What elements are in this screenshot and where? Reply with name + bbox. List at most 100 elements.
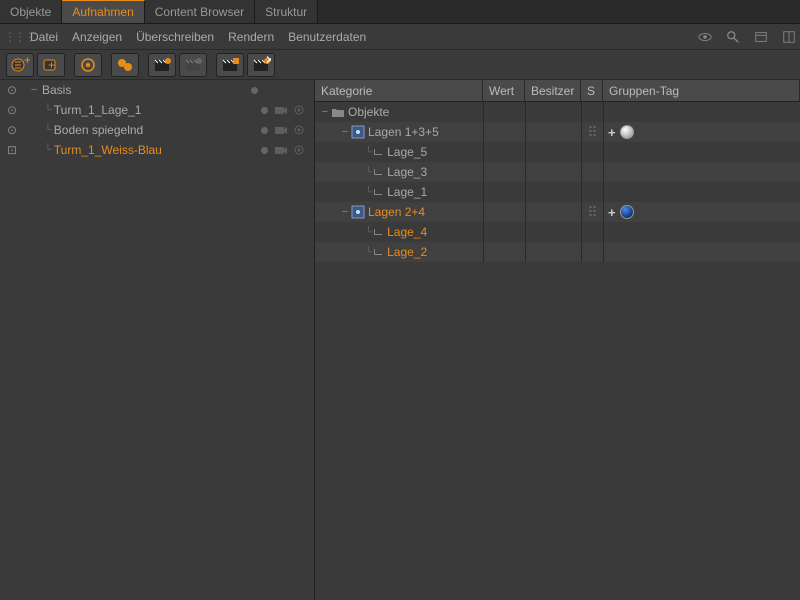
btn-clap4[interactable]: ✕	[247, 53, 275, 77]
visibility-icon[interactable]: ⊙	[4, 103, 20, 117]
render-icon[interactable]	[290, 141, 308, 159]
render-icon[interactable]	[290, 101, 308, 119]
visibility-active-icon[interactable]: ⊡	[4, 143, 20, 157]
status-dot[interactable]	[256, 123, 272, 137]
menu-benutzerdaten[interactable]: Benutzerdaten	[288, 30, 366, 44]
takes-tree: ⊙ − Basis ⊙ └ Turm_1_Lage_1 ⊙ └ Boden sp…	[0, 80, 315, 600]
render-icon[interactable]	[290, 121, 308, 139]
row-label[interactable]: Lagen 2+4	[365, 205, 425, 219]
s-handle-icon[interactable]: ⠿	[587, 210, 597, 215]
eye-icon[interactable]	[698, 30, 712, 44]
category-row-objekte[interactable]: − Objekte	[315, 102, 800, 122]
btn-clap3[interactable]	[216, 53, 244, 77]
add-tag-button[interactable]: +	[608, 205, 616, 220]
collapse-icon[interactable]: −	[339, 206, 351, 218]
camera-icon[interactable]	[272, 121, 290, 139]
take-row-basis[interactable]: ⊙ − Basis	[0, 80, 314, 100]
col-s[interactable]: S	[581, 80, 603, 101]
col-kategorie[interactable]: Kategorie	[315, 80, 483, 101]
camera-icon[interactable]	[272, 101, 290, 119]
layergroup-icon	[351, 205, 365, 219]
status-dot[interactable]	[256, 143, 272, 157]
layer-icon	[374, 169, 384, 175]
take-name[interactable]: Boden spiegelnd	[52, 123, 256, 137]
col-besitzer[interactable]: Besitzer	[525, 80, 581, 101]
btn-take-link[interactable]	[111, 53, 139, 77]
layer-row[interactable]: └ Lage_4	[315, 222, 800, 242]
svg-text:+: +	[24, 56, 30, 67]
btn-clap2[interactable]	[179, 53, 207, 77]
menu-datei[interactable]: Datei	[30, 30, 58, 44]
row-label[interactable]: Lage_1	[384, 185, 427, 199]
layer-row[interactable]: └ Lage_1	[315, 182, 800, 202]
tab-bar: Objekte Aufnahmen Content Browser Strukt…	[0, 0, 800, 24]
menu-rendern[interactable]: Rendern	[228, 30, 274, 44]
btn-take-add2[interactable]: +	[37, 53, 65, 77]
col-wert[interactable]: Wert	[483, 80, 525, 101]
visibility-icon[interactable]: ⊙	[4, 123, 20, 137]
layergroup-row-selected[interactable]: − Lagen 2+4 ⠿ +	[315, 202, 800, 222]
material-tag-white[interactable]	[620, 125, 634, 139]
tab-aufnahmen[interactable]: Aufnahmen	[62, 0, 144, 23]
svg-text:✕: ✕	[265, 56, 271, 67]
visibility-icon[interactable]: ⊙	[4, 83, 20, 97]
collapse-icon[interactable]: −	[28, 84, 40, 96]
tab-objekte[interactable]: Objekte	[0, 0, 62, 23]
tree-branch: └	[363, 167, 374, 178]
tree-branch: └	[363, 147, 374, 158]
menu-bar: ⋮⋮⋮ Datei Anzeigen Überschreiben Rendern…	[0, 24, 800, 50]
window-icon[interactable]	[754, 30, 768, 44]
take-name[interactable]: Turm_1_Weiss-Blau	[52, 143, 256, 157]
search-icon[interactable]	[726, 30, 740, 44]
tab-content-browser[interactable]: Content Browser	[145, 0, 255, 23]
status-dot[interactable]	[256, 103, 272, 117]
row-label[interactable]: Lage_4	[384, 225, 427, 239]
main-area: ⊙ − Basis ⊙ └ Turm_1_Lage_1 ⊙ └ Boden sp…	[0, 80, 800, 600]
panel-icon[interactable]	[782, 30, 796, 44]
tree-branch: └	[44, 104, 52, 116]
tab-struktur[interactable]: Struktur	[255, 0, 318, 23]
layergroup-icon	[351, 125, 365, 139]
layer-row[interactable]: └ Lage_5	[315, 142, 800, 162]
row-label[interactable]: Lage_2	[384, 245, 427, 259]
layer-row[interactable]: └ Lage_2	[315, 242, 800, 262]
row-label[interactable]: Lage_5	[384, 145, 427, 159]
grip-icon: ⋮⋮⋮	[4, 30, 16, 44]
menu-ueberschreiben[interactable]: Überschreiben	[136, 30, 214, 44]
btn-take-add1[interactable]: +	[6, 53, 34, 77]
layergroup-row[interactable]: − Lagen 1+3+5 ⠿ +	[315, 122, 800, 142]
tree-branch: └	[363, 187, 374, 198]
menu-anzeigen[interactable]: Anzeigen	[72, 30, 122, 44]
row-label[interactable]: Lage_3	[384, 165, 427, 179]
tree-branch: └	[363, 227, 374, 238]
camera-icon[interactable]	[272, 141, 290, 159]
take-name[interactable]: Turm_1_Lage_1	[52, 103, 256, 117]
row-label[interactable]: Objekte	[345, 105, 389, 119]
folder-icon	[331, 106, 345, 118]
btn-clap1[interactable]	[148, 53, 176, 77]
collapse-icon[interactable]: −	[339, 126, 351, 138]
add-tag-button[interactable]: +	[608, 125, 616, 140]
material-tag-blue[interactable]	[620, 205, 634, 219]
layer-icon	[374, 249, 384, 255]
col-gruppen-tag[interactable]: Gruppen-Tag	[603, 80, 800, 101]
take-name[interactable]: Basis	[40, 83, 246, 97]
layer-icon	[374, 189, 384, 195]
s-handle-icon[interactable]: ⠿	[587, 130, 597, 135]
layer-icon	[374, 149, 384, 155]
btn-take-target[interactable]	[74, 53, 102, 77]
table-header: Kategorie Wert Besitzer S Gruppen-Tag	[315, 80, 800, 102]
take-row[interactable]: ⊙ └ Boden spiegelnd	[0, 120, 314, 140]
layer-icon	[374, 229, 384, 235]
overrides-table: Kategorie Wert Besitzer S Gruppen-Tag − …	[315, 80, 800, 600]
layer-row[interactable]: └ Lage_3	[315, 162, 800, 182]
take-row[interactable]: ⊙ └ Turm_1_Lage_1	[0, 100, 314, 120]
toolbar: + + ✕	[0, 50, 800, 80]
collapse-icon[interactable]: −	[319, 106, 331, 118]
tree-branch: └	[44, 144, 52, 156]
status-dot[interactable]	[246, 83, 262, 97]
tree-branch: └	[44, 124, 52, 136]
take-row-selected[interactable]: ⊡ └ Turm_1_Weiss-Blau	[0, 140, 314, 160]
tree-branch: └	[363, 247, 374, 258]
row-label[interactable]: Lagen 1+3+5	[365, 125, 439, 139]
